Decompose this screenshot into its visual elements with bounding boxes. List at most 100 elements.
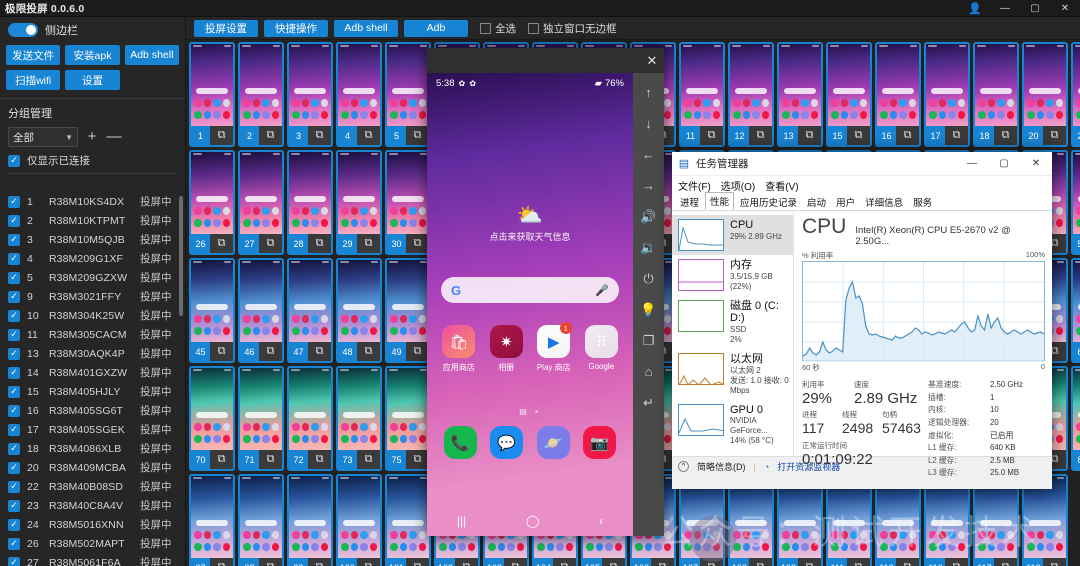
device-list-item[interactable]: ✓ 20 R38M409MCBA 投屏中 [0,458,186,477]
enter-icon[interactable]: ↵ [633,387,664,418]
device-checkbox[interactable]: ✓ [8,328,20,341]
device-list-item[interactable]: ✓ 11 R38M305CACM 投屏中 [0,325,186,344]
device-thumbnail-card[interactable]: 75 ⧉ [385,366,431,471]
device-thumbnail-card[interactable]: 72 ⧉ [287,366,333,471]
dock-icon-camera[interactable]: 📷 [583,426,617,459]
menu-item[interactable]: 查看(V) [765,178,798,193]
resource-item-磁盘 0 (C: D:)[interactable]: 磁盘 0 (C: D:) SSD 2% [672,296,793,349]
device-list-item[interactable]: ✓ 13 R38M30AQK4P 投屏中 [0,344,186,363]
google-search-bar[interactable]: G 🎤 [441,277,619,303]
arrow-right-icon[interactable]: → [633,170,664,201]
resource-item-以太网[interactable]: 以太网 以太网 2 发送: 1.0 接收: 0 Mbps [672,349,793,400]
device-checkbox[interactable]: ✓ [8,556,20,566]
resource-item-GPU 0[interactable]: GPU 0 NVIDIA GeForce... 14% (58 °C) [672,400,793,451]
open-external-icon[interactable]: ⧉ [210,453,233,466]
install-apk-button[interactable]: 安装apk [65,45,120,65]
open-external-icon[interactable]: ⧉ [798,561,821,566]
device-checkbox[interactable]: ✓ [8,366,20,379]
open-external-icon[interactable]: ⧉ [308,453,331,466]
home-icon[interactable]: ⌂ [633,356,664,387]
device-list-item[interactable]: ✓ 3 R38M10M5QJB 投屏中 [0,230,186,249]
device-list-item[interactable]: ✓ 17 R38M405SGEK 投屏中 [0,420,186,439]
device-thumbnail-card[interactable]: 70 ⧉ [189,366,235,471]
menu-item[interactable]: 选项(O) [721,178,755,193]
device-list-item[interactable]: ✓ 9 R38M3021FFY 投屏中 [0,287,186,306]
device-thumbnail-card[interactable]: 17 ⧉ [924,42,970,147]
device-thumbnail-card[interactable]: 29 ⧉ [336,150,382,255]
open-external-icon[interactable]: ⧉ [700,561,723,566]
device-thumbnail-card[interactable]: 52⧉ [1071,150,1080,255]
select-all-checkbox[interactable] [480,22,491,34]
tab-应用历史记录[interactable]: 应用历史记录 [736,194,801,210]
scan-wifi-button[interactable]: 扫描wifi [6,70,61,90]
device-checkbox[interactable]: ✓ [8,385,20,398]
remove-group-button[interactable]: — [106,129,122,144]
arrow-up-icon[interactable]: ↑ [633,77,664,108]
home-icon[interactable]: ◯ [526,514,539,528]
device-checkbox[interactable]: ✓ [8,233,20,246]
device-list-item[interactable]: ✓ 2 R38M10KTPMT 投屏中 [0,211,186,230]
open-external-icon[interactable]: ⧉ [210,129,233,142]
device-thumbnail-card[interactable]: 68⧉ [1071,258,1080,363]
device-thumbnail-card[interactable]: 37⧉ [189,474,235,566]
device-thumbnail-card[interactable]: 89⧉ [1071,366,1080,471]
device-checkbox[interactable]: ✓ [8,499,20,512]
device-list-item[interactable]: ✓ 16 R38M405SG6T 投屏中 [0,401,186,420]
device-thumbnail-card[interactable]: 20 ⧉ [1022,42,1068,147]
device-thumbnail-card[interactable]: 18 ⧉ [973,42,1019,147]
settings-button[interactable]: 设置 [65,70,120,90]
device-checkbox[interactable]: ✓ [8,271,20,284]
close-button[interactable]: ✕ [1050,0,1080,17]
device-checkbox[interactable]: ✓ [8,404,20,417]
resource-item-内存[interactable]: 内存 3.5/15.9 GB (22%) [672,255,793,296]
device-thumbnail-card[interactable]: 15 ⧉ [826,42,872,147]
recent-apps-icon[interactable]: ||| [457,514,466,528]
add-group-button[interactable]: + [84,129,100,144]
phone-app-icon[interactable]: 🛍 应用商店 [439,325,479,373]
device-thumbnail-card[interactable]: 30 ⧉ [385,150,431,255]
device-thumbnail-card[interactable]: 26 ⧉ [189,150,235,255]
device-thumbnail-card[interactable]: 22⧉ [1071,42,1080,147]
open-external-icon[interactable]: ⧉ [749,129,772,142]
device-list-item[interactable]: ✓ 15 R38M405HJLY 投屏中 [0,382,186,401]
open-external-icon[interactable]: ⧉ [259,561,282,566]
select-all-checkbox-row[interactable]: 全选 [480,21,516,36]
device-thumbnail-card[interactable]: 5 ⧉ [385,42,431,147]
device-list-item[interactable]: ✓ 1 R38M10KS4DX 投屏中 [0,192,186,211]
device-checkbox[interactable]: ✓ [8,347,20,360]
volume-up-icon[interactable]: 🔊 [633,201,664,232]
open-external-icon[interactable]: ⧉ [896,129,919,142]
device-checkbox[interactable]: ✓ [8,309,20,322]
device-thumbnail-card[interactable]: 101⧉ [385,474,431,566]
device-thumbnail-card[interactable]: 16 ⧉ [875,42,921,147]
minimize-button[interactable]: — [990,0,1020,17]
dock-icon-message[interactable]: 💬 [490,426,524,459]
device-thumbnail-card[interactable]: 71 ⧉ [238,366,284,471]
show-connected-row[interactable]: ✓ 仅显示已连接 [0,153,185,173]
resource-item-CPU[interactable]: CPU 29% 2.89 GHz [672,215,793,255]
device-list-item[interactable]: ✓ 18 R38M4086XLB 投屏中 [0,439,186,458]
open-external-icon[interactable]: ⧉ [259,237,282,250]
open-external-icon[interactable]: ⧉ [847,129,870,142]
device-checkbox[interactable]: ✓ [8,537,20,550]
open-external-icon[interactable]: ⧉ [259,129,282,142]
borderless-window-checkbox-row[interactable]: 独立窗口无边框 [528,21,617,36]
open-external-icon[interactable]: ⧉ [406,345,429,358]
open-external-icon[interactable]: ⧉ [945,129,968,142]
light-icon[interactable]: 💡 [633,294,664,325]
device-list-item[interactable]: ✓ 22 R38M40B08SD 投屏中 [0,477,186,496]
open-external-icon[interactable]: ⧉ [406,129,429,142]
device-checkbox[interactable]: ✓ [8,195,20,208]
device-list[interactable]: ✓ 1 R38M10KS4DX 投屏中 ✓ 2 R38M10KTPMT 投屏中 ✓ 3 R38M10… [0,192,186,566]
phone-app-icon[interactable]: ▶ 1 Play 商店 [534,322,574,373]
phone-app-icon[interactable]: ✷ 相册 [486,325,526,373]
device-list-scrollbar[interactable] [179,196,183,316]
task-manager-minimize[interactable]: — [956,152,988,176]
open-external-icon[interactable]: ⧉ [847,561,870,566]
device-thumbnail-card[interactable]: 49 ⧉ [385,258,431,363]
device-list-item[interactable]: ✓ 23 R38M40C8A4V 投屏中 [0,496,186,515]
device-thumbnail-card[interactable]: 4 ⧉ [336,42,382,147]
device-thumbnail-card[interactable]: 11 ⧉ [679,42,725,147]
open-external-icon[interactable]: ⧉ [553,561,576,566]
device-list-item[interactable]: ✓ 27 R38M5061F6A 投屏中 [0,553,186,566]
